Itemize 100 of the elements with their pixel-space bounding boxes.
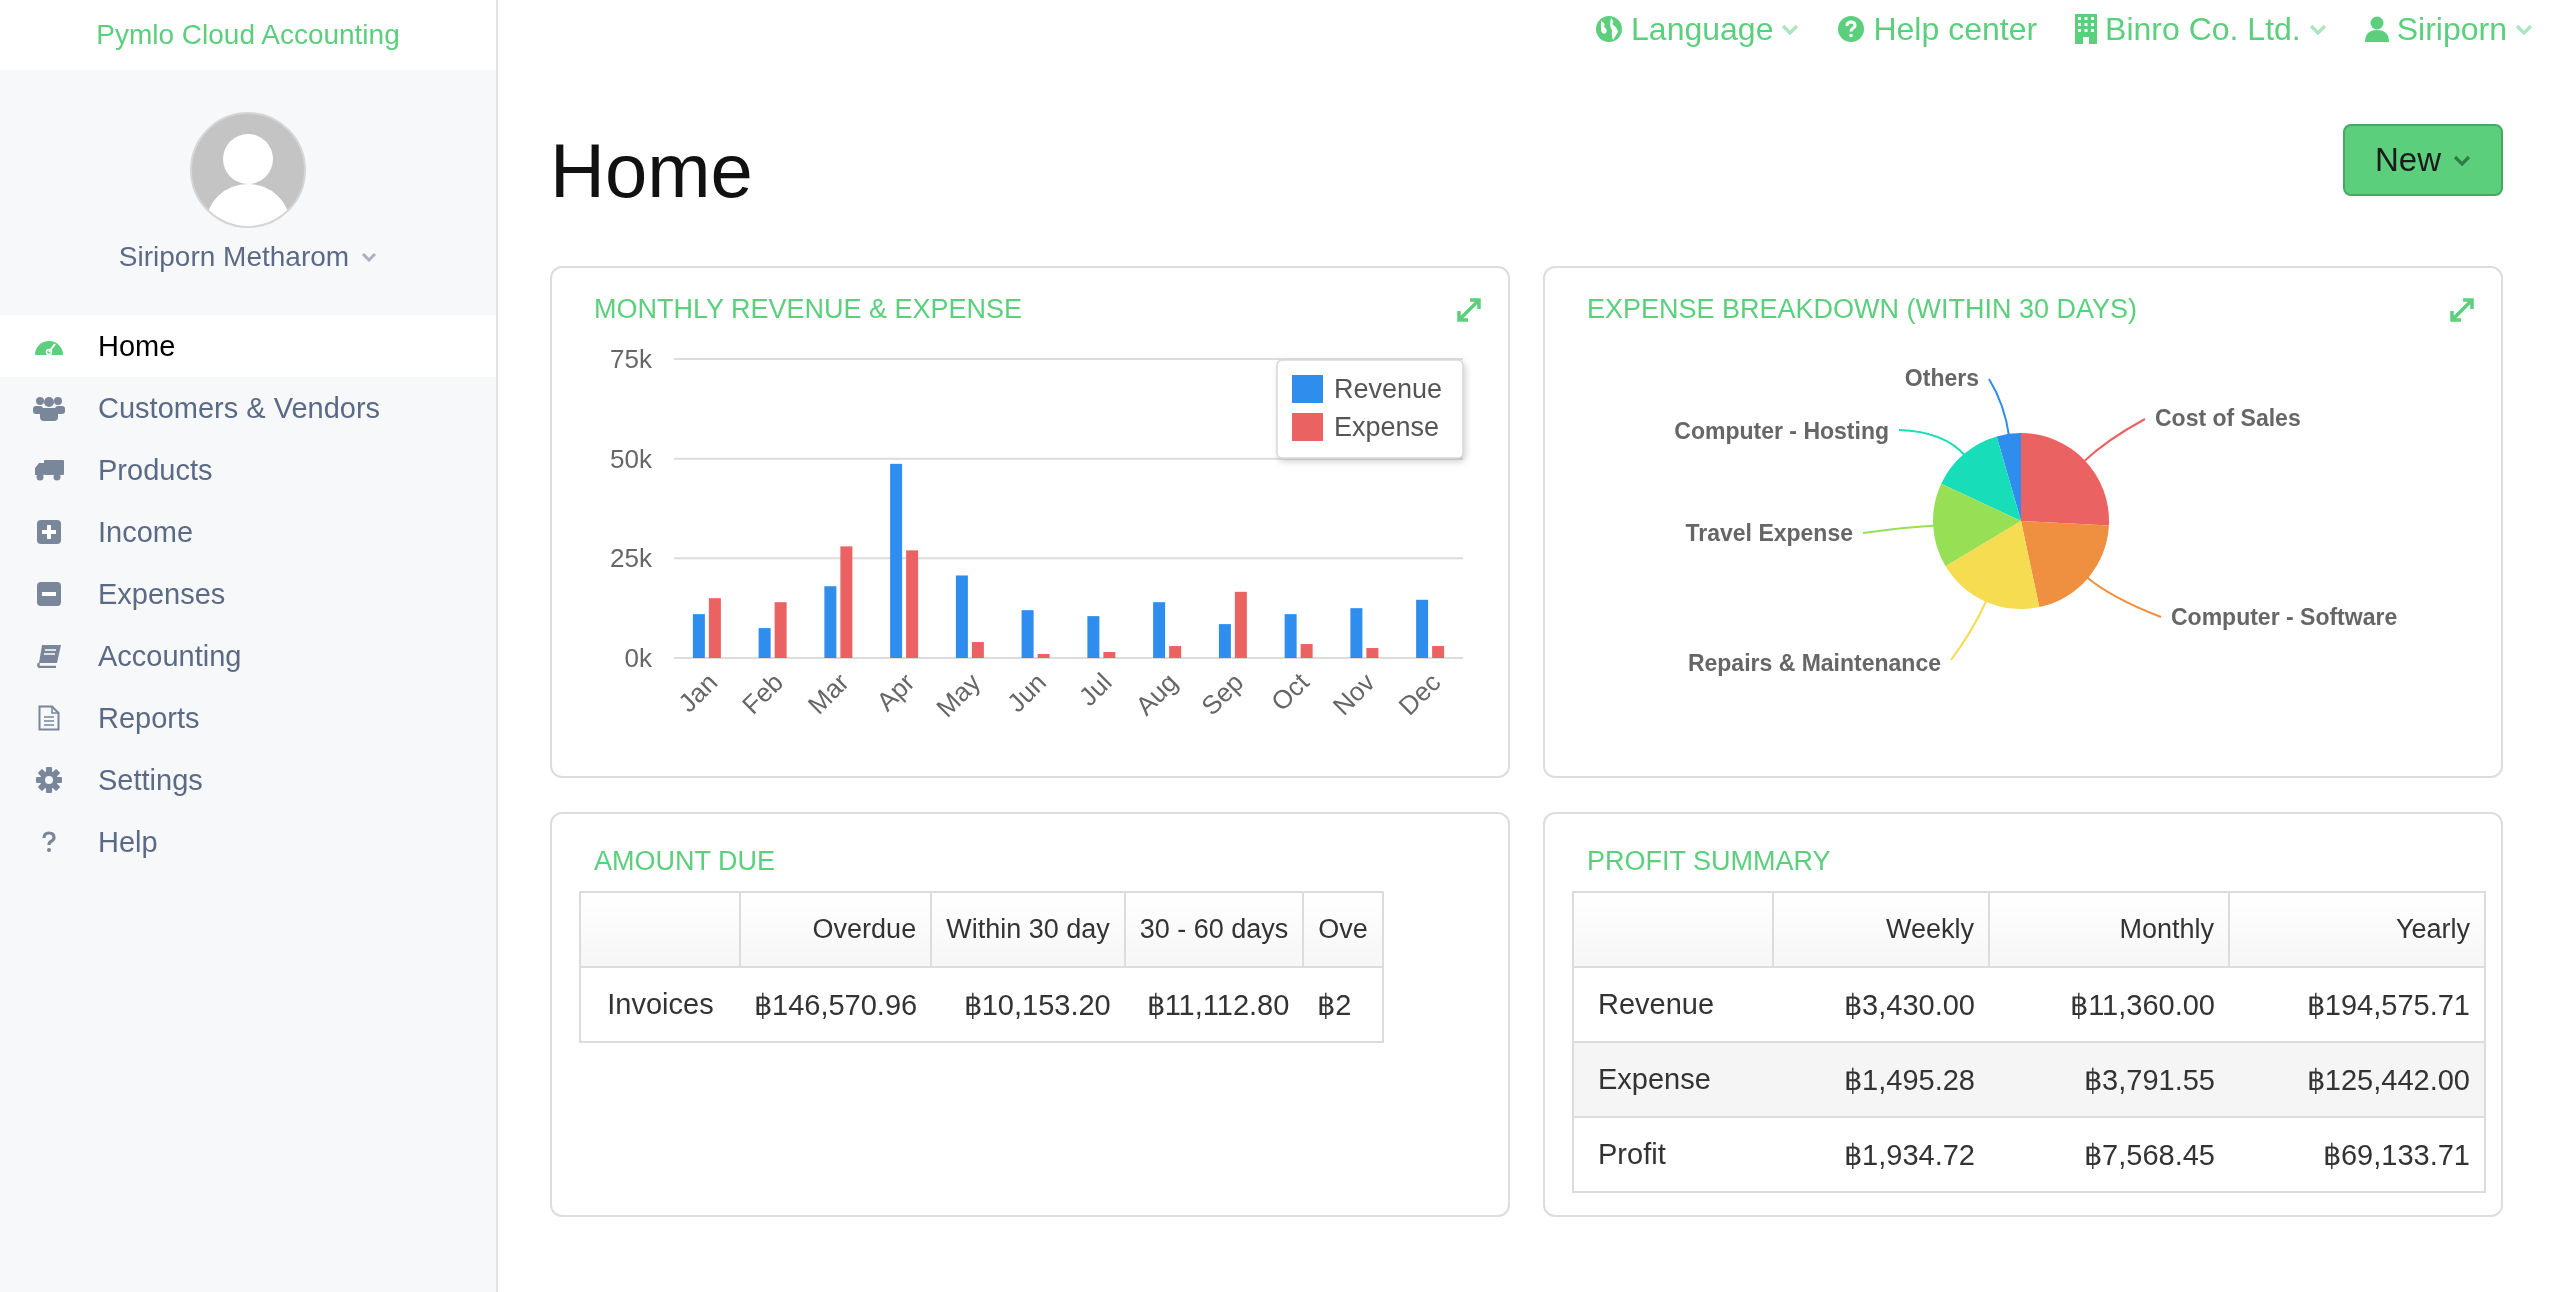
slice-label: Repairs & Maintenance [1687,650,1941,676]
bar [824,586,837,658]
row-label: Invoices [580,967,740,1042]
bar [1416,599,1429,658]
nav-item[interactable]: Reports [0,687,496,749]
y-tick-label: 25k [610,543,652,574]
nav-item[interactable]: Customers & Vendors [0,377,496,439]
bar [1218,624,1231,658]
chevron-down-icon [2453,154,2471,166]
bar [1037,654,1050,658]
help-icon [1837,15,1866,43]
table-cell: ฿69,133.71 [2229,1117,2485,1192]
row-label: Expense [1573,1042,1773,1117]
x-tick-label: Jun [1001,667,1052,718]
card-title: AMOUNT DUE [593,845,776,878]
truck-icon [34,459,64,481]
row-label: Profit [1573,1117,1773,1192]
legend-label: Revenue [1334,374,1443,404]
x-tick-label: Aug [1129,667,1184,721]
bar [774,602,787,658]
bar [1234,591,1247,658]
bar [1103,652,1116,658]
table-cell: ฿1,934.72 [1773,1117,1989,1192]
x-tick-label: Feb [735,667,789,720]
slice-label: Travel Expense [1685,520,1853,546]
nav-item[interactable]: Products [0,439,496,501]
nav-item[interactable]: Accounting [0,625,496,687]
bar [1284,614,1297,658]
x-tick-label: Jul [1072,667,1118,712]
leader-line [1898,429,1967,458]
table-cell: ฿3,791.55 [1989,1042,2229,1117]
column-header: Weekly [1773,892,1989,967]
building-icon [2075,14,2098,44]
legend-label: Expense [1334,412,1440,442]
bar [692,614,705,658]
settings-icon [36,767,62,793]
x-tick-label: Oct [1265,667,1315,717]
leader-line [1950,598,1989,661]
x-tick-label: Nov [1326,667,1381,721]
nav-item[interactable]: Settings [0,749,496,811]
bar [758,628,771,658]
card-title: EXPENSE BREAKDOWN (WITHIN 30 DAYS) [1587,294,2138,325]
bar [971,642,984,658]
bar [708,598,721,658]
bar [1432,646,1445,658]
column-header: Within 30 day [931,892,1125,967]
x-tick-label: Apr [870,667,921,717]
card-title: PROFIT SUMMARY [1586,845,1832,878]
y-tick-label: 75k [610,344,652,374]
y-tick-label: 50k [610,443,652,474]
table-cell: ฿7,568.45 [1989,1117,2229,1192]
new-button[interactable]: New [2343,124,2503,196]
y-tick-label: 0k [624,643,652,673]
slice-label: Cost of Sales [2155,405,2301,431]
slice-label: Computer - Hosting [1674,418,1889,444]
x-tick-label: Dec [1392,667,1447,721]
nav-item[interactable]: Income [0,501,496,563]
plus-square-icon [37,520,61,544]
bar [1300,644,1313,658]
help-icon [41,831,57,853]
book-icon [36,644,62,668]
minus-square-icon [37,582,61,606]
page-title: Home [550,126,753,214]
bar [1087,616,1100,658]
table-cell: ฿125,442.00 [2229,1042,2485,1117]
bar [1366,648,1379,658]
bar [1153,602,1166,658]
table-cell: ฿1,495.28 [1773,1042,1989,1117]
column-header: Ove [1303,892,1383,967]
column-header: Overdue [740,892,932,967]
chevron-down-icon [361,252,378,262]
expand-icon[interactable] [2449,296,2475,323]
x-tick-label: Sep [1195,667,1250,721]
nav-item[interactable]: Home [0,315,496,377]
table-cell: ฿10,153.20 [931,967,1125,1042]
column-header: Monthly [1989,892,2229,967]
bar [1021,610,1034,658]
user-icon [2364,16,2389,42]
table-cell: ฿146,570.96 [740,967,932,1042]
user-menu[interactable]: Siriporn Metharom [112,240,384,274]
nav-item[interactable]: Help [0,811,496,873]
slice-label: Computer - Software [2171,604,2398,630]
column-header: Yearly [2229,892,2485,967]
bar [1350,608,1363,658]
avatar-icon [190,112,306,228]
document-icon [38,705,60,731]
nav-item[interactable]: Expenses [0,563,496,625]
globe-icon [1595,15,1624,43]
x-tick-label: Mar [801,667,855,720]
x-tick-label: May [930,667,987,723]
leader-line [2081,418,2146,464]
table-cell: ฿11,112.80 [1124,967,1304,1042]
slice-label: Others [1904,365,1979,391]
bar [1169,646,1182,658]
expand-icon[interactable] [1456,296,1482,323]
table-cell: ฿2 [1303,967,1383,1042]
x-tick-label: Jan [672,667,724,718]
users-icon [33,395,65,421]
card-title: MONTHLY REVENUE & EXPENSE [594,294,1023,325]
column-header: 30 - 60 days [1124,892,1304,967]
